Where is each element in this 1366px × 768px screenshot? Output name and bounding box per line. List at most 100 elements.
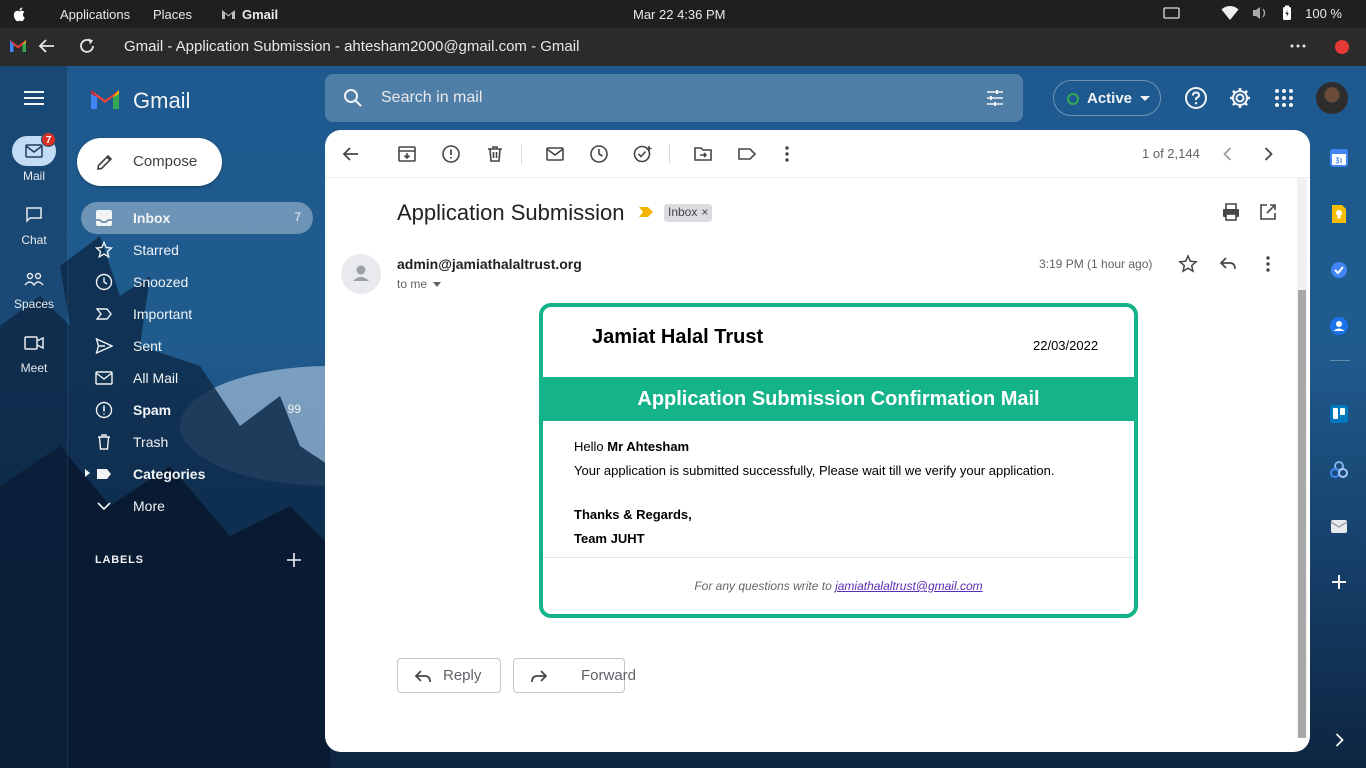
search-options-icon[interactable] [985,88,1005,108]
nav-all-mail[interactable]: All Mail [81,362,313,394]
reply-icon[interactable] [1218,254,1238,274]
email-body-card: Jamiat Halal Trust 22/03/2022 Applicatio… [539,303,1138,618]
email-footer: For any questions write to jamiathalaltr… [543,579,1134,593]
inbox-icon [96,210,112,226]
search-bar[interactable]: Search in mail [325,74,1023,122]
dropdown-arrow-icon [1140,96,1150,101]
add-task-icon[interactable] [633,144,653,164]
account-avatar[interactable] [1316,82,1348,114]
add-label-icon[interactable] [286,552,302,568]
settings-gear-icon[interactable] [1228,86,1252,110]
clock-icon [95,273,113,291]
inbox-label-chip: Inbox × [664,204,713,222]
rail-mail[interactable]: 7 Mail [0,132,68,183]
rail-chat[interactable]: Chat [0,200,68,247]
get-addons-plus-icon[interactable] [1329,572,1349,592]
close-window-button[interactable] [1335,40,1349,54]
recipient-details[interactable]: to me [397,277,442,291]
compose-button[interactable]: Compose [77,138,222,186]
sender-avatar[interactable] [341,254,381,294]
menu-active-app[interactable]: Gmail [242,7,278,22]
help-icon[interactable] [1184,86,1208,110]
report-spam-icon[interactable] [441,144,461,164]
all-mail-icon [95,371,113,385]
snooze-icon[interactable] [589,144,609,164]
forward-button[interactable]: Forward [513,658,636,693]
expand-caret-icon[interactable] [85,469,90,477]
archive-icon[interactable] [397,144,417,164]
battery-icon[interactable] [1281,5,1293,21]
rail-meet-label: Meet [20,361,48,375]
tasks-icon[interactable] [1329,260,1349,280]
footer-text: For any questions write to [694,579,836,593]
nav-categories[interactable]: Categories [81,458,313,490]
scrollbar-thumb[interactable] [1298,290,1306,738]
screen-icon[interactable] [1163,6,1181,20]
apps-grid-icon[interactable] [1272,86,1296,110]
organization-name: Jamiat Halal Trust [592,326,764,348]
gmail-logo-icon[interactable] [89,86,121,111]
clock[interactable]: Mar 22 4:36 PM [633,7,726,22]
nav-starred-label: Starred [133,242,179,258]
print-icon[interactable] [1221,202,1241,222]
toolbar-divider [521,144,522,164]
apple-icon[interactable] [12,6,28,22]
move-to-icon[interactable] [693,144,713,164]
rail-spaces[interactable]: Spaces [0,264,68,311]
menu-applications[interactable]: Applications [60,7,130,22]
reply-button[interactable]: Reply [397,658,501,693]
more-options-icon[interactable] [1258,254,1278,274]
label-icon[interactable] [737,144,757,164]
trello-icon[interactable] [1329,404,1349,424]
star-icon[interactable] [1178,254,1198,274]
back-arrow-icon[interactable] [341,144,361,164]
importance-marker-icon[interactable] [638,206,654,218]
volume-icon[interactable] [1251,5,1269,21]
message-panel: 1 of 2,144 Application Submission Inbox ×… [325,130,1310,752]
remove-label-icon[interactable]: × [701,205,708,219]
menu-places[interactable]: Places [153,7,192,22]
nav-important[interactable]: Important [81,298,313,330]
nav-inbox[interactable]: Inbox 7 [81,202,313,234]
chevron-right-icon[interactable] [1258,144,1278,164]
status-dropdown[interactable]: Active [1053,80,1161,116]
contact-email-link[interactable]: jamiathalaltrust@gmail.com [835,579,983,593]
keep-icon[interactable] [1329,204,1349,224]
show-details-icon[interactable] [433,282,442,288]
main-menu-icon[interactable] [23,88,45,108]
nav-starred[interactable]: Starred [81,234,313,266]
nav-more[interactable]: More [81,490,313,522]
nav-sent[interactable]: Sent [81,330,313,362]
contacts-icon[interactable] [1329,316,1349,336]
nav-important-label: Important [133,306,193,322]
addon-icon[interactable] [1329,460,1349,480]
chevron-right-icon[interactable] [1329,730,1349,750]
mail-addon-icon[interactable] [1329,516,1349,536]
nav-snoozed-label: Snoozed [133,274,189,290]
mark-unread-icon[interactable] [545,144,565,164]
more-options-icon[interactable] [777,144,797,164]
sender-email[interactable]: admin@jamiathalaltrust.org [397,256,582,272]
toolbar-divider [669,144,670,164]
open-in-new-window-icon[interactable] [1258,202,1278,222]
battery-level: 100 % [1305,5,1342,21]
status-label: Active [1087,90,1133,107]
nav-snoozed[interactable]: Snoozed [81,266,313,298]
window-menu-icon[interactable] [1288,36,1308,56]
nav-trash[interactable]: Trash [81,426,313,458]
back-arrow-icon[interactable] [37,36,57,56]
scrollbar[interactable] [1297,178,1307,738]
gmail-wordmark[interactable]: Gmail [133,88,190,114]
delete-icon[interactable] [485,144,505,164]
reload-icon[interactable] [77,36,97,56]
folder-nav: Inbox 7 Starred Snoozed Important Sent A… [81,202,313,522]
nav-spam[interactable]: Spam 99 [81,394,313,426]
chevron-left-icon[interactable] [1218,144,1238,164]
search-input[interactable]: Search in mail [381,89,482,107]
calendar-icon[interactable] [1329,148,1349,168]
search-icon[interactable] [343,88,363,108]
rail-meet[interactable]: Meet [0,328,68,375]
wifi-icon[interactable] [1221,5,1239,21]
email-subject: Application Submission [397,200,625,225]
message-toolbar: 1 of 2,144 [325,130,1310,178]
